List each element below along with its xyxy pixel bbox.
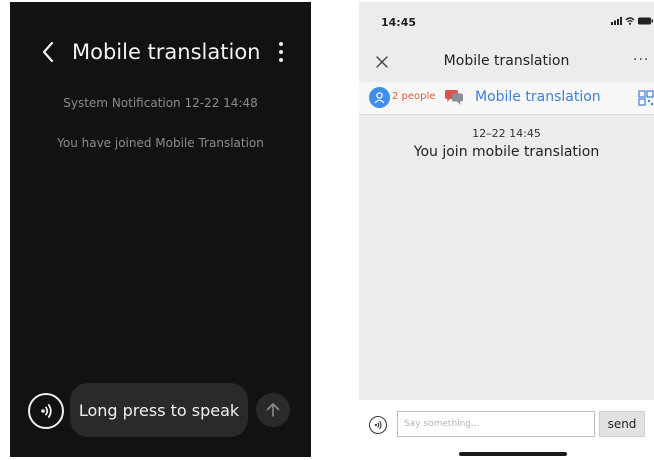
chat-info-bar: 2 people Mobile translation — [359, 82, 654, 115]
message-input[interactable] — [397, 411, 595, 437]
more-options-button[interactable]: ··· — [633, 52, 649, 68]
message-timestamp: 12–22 14:45 — [472, 127, 541, 140]
light-phone-screen: 14:45 Mobile translation ··· 2 people Mo… — [359, 2, 654, 460]
person-icon[interactable] — [369, 87, 390, 108]
nav-bar: Mobile translation ··· — [359, 46, 654, 78]
chat-bubbles-icon — [444, 89, 464, 107]
send-button[interactable]: send — [599, 411, 645, 437]
input-footer: send — [359, 400, 654, 460]
home-indicator — [459, 452, 567, 456]
dark-header: Mobile translation — [10, 2, 311, 97]
chat-title-link[interactable]: Mobile translation — [475, 89, 601, 105]
chevron-left-icon[interactable] — [32, 36, 64, 68]
voice-waves-icon[interactable] — [28, 393, 64, 429]
participants-count[interactable]: 2 people — [392, 91, 435, 102]
status-time: 14:45 — [381, 16, 417, 29]
long-press-speak-button[interactable]: Long press to speak — [70, 383, 248, 437]
wifi-icon — [625, 17, 635, 25]
joined-message: You have joined Mobile Translation — [57, 136, 264, 150]
qr-code-icon[interactable] — [638, 90, 654, 106]
arrow-up-icon[interactable] — [256, 393, 290, 427]
status-bar: 14:45 — [359, 2, 654, 42]
voice-waves-icon[interactable] — [369, 416, 387, 434]
page-title: Mobile translation — [72, 40, 261, 64]
signal-icon — [611, 17, 622, 25]
status-icons — [611, 17, 653, 25]
system-notification: System Notification 12-22 14:48 — [63, 96, 258, 110]
vertical-ellipsis-icon[interactable] — [272, 36, 290, 68]
join-message: You join mobile translation — [413, 144, 600, 160]
nav-title: Mobile translation — [443, 53, 570, 69]
battery-icon — [638, 17, 653, 25]
dark-phone-screen: Mobile translation System Notification 1… — [10, 2, 311, 457]
